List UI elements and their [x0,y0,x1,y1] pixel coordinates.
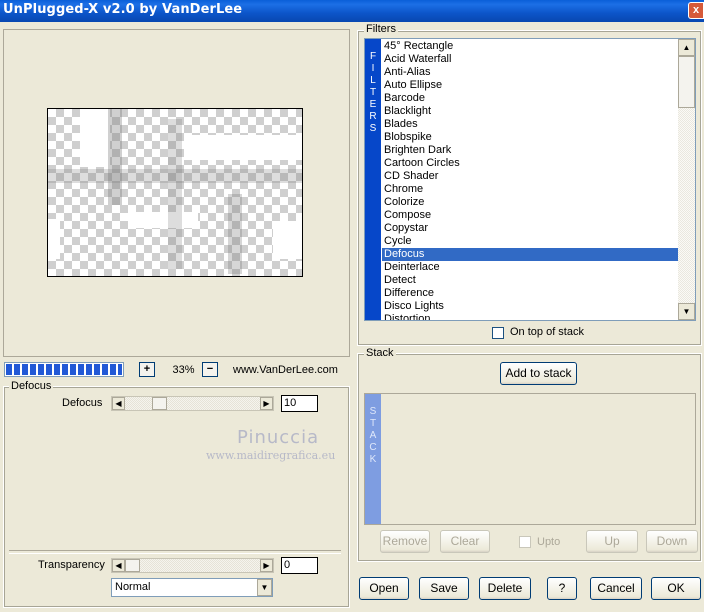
save-button[interactable]: Save [419,577,469,600]
filters-legend: Filters [364,23,398,35]
slider-right-arrow-icon[interactable]: ▶ [260,559,273,572]
stack-strip-letter: C [369,442,377,453]
scroll-up-icon[interactable]: ▲ [678,39,695,56]
filter-list-item[interactable]: Blacklight [382,105,679,118]
progress-fill [6,364,122,375]
cancel-button[interactable]: Cancel [590,577,642,600]
on-top-of-stack-label: On top of stack [510,326,584,338]
stack-strip-letter: T [369,418,377,429]
help-button[interactable]: ? [547,577,577,600]
up-button[interactable]: Up [586,530,638,553]
filter-list-item[interactable]: Chrome [382,183,679,196]
filters-strip-letter: L [370,75,376,86]
defocus-slider[interactable]: ◀ ▶ [111,396,274,411]
stack-strip-letter: S [369,406,377,417]
remove-button[interactable]: Remove [380,530,430,553]
transparency-slider[interactable]: ◀ ▶ [111,558,274,573]
stack-strip-letter: K [369,454,377,465]
preview-image[interactable] [47,108,303,277]
defocus-slider-thumb[interactable] [152,397,167,410]
transparency-slider-thumb[interactable] [125,559,140,572]
delete-button[interactable]: Delete [479,577,531,600]
on-top-of-stack-checkbox[interactable] [492,327,504,339]
filter-list-item[interactable]: Disco Lights [382,300,679,313]
filter-list-item[interactable]: Defocus [382,248,679,261]
preview-blob [108,109,122,205]
defocus-value-input[interactable]: 10 [281,395,318,412]
render-progress [4,362,124,377]
params-legend: Defocus [9,380,54,392]
down-button[interactable]: Down [646,530,698,553]
watermark-url: www.maidiregrafica.eu [206,449,336,462]
params-group [3,386,350,608]
filter-list-item[interactable]: Blobspike [382,131,679,144]
filter-list-item[interactable]: Blades [382,118,679,131]
filter-list-item[interactable]: Brighten Dark [382,144,679,157]
filters-strip-letter: R [369,111,377,122]
filter-list-item[interactable]: Compose [382,209,679,222]
transparency-label: Transparency [38,559,105,571]
defocus-label: Defocus [62,397,103,409]
filter-list-item[interactable]: Acid Waterfall [382,53,679,66]
zoom-level: 33% [172,364,195,376]
filter-list-item[interactable]: Deinterlace [382,261,679,274]
scroll-down-icon[interactable]: ▼ [678,303,695,320]
ok-button[interactable]: OK [651,577,701,600]
transparency-value-input[interactable]: 0 [281,557,318,574]
stack-strip: STACK [365,394,381,524]
preview-blob [168,119,182,269]
filters-strip-letter: S [369,123,377,134]
stack-strip-letter: A [369,430,377,441]
upto-checkbox[interactable] [519,536,531,548]
filter-list-item[interactable]: Anti-Alias [382,66,679,79]
window-title: UnPlugged-X v2.0 by VanDerLee [3,2,243,17]
add-to-stack-button[interactable]: Add to stack [500,362,577,385]
stack-legend: Stack [364,347,396,359]
slider-left-arrow-icon[interactable]: ◀ [112,397,125,410]
filters-strip-letter: T [369,87,377,98]
scroll-thumb[interactable] [678,56,695,108]
chevron-down-icon[interactable]: ▼ [257,579,272,596]
filter-list-item[interactable]: Detect [382,274,679,287]
filter-list-item[interactable]: Copystar [382,222,679,235]
slider-left-arrow-icon[interactable]: ◀ [112,559,125,572]
filters-strip: FILTERS [365,39,381,320]
divider [9,550,341,554]
filter-list-item[interactable]: Cartoon Circles [382,157,679,170]
zoom-in-button[interactable]: + [139,362,155,377]
preview-blob [48,219,60,259]
filters-scrollbar[interactable]: ▲ ▼ [678,39,695,320]
filters-list[interactable]: 45° Rectangle Acid Waterfall Anti-Alias Aut… [382,40,679,320]
slider-right-arrow-icon[interactable]: ▶ [260,397,273,410]
open-button[interactable]: Open [359,577,409,600]
close-button[interactable]: x [688,2,704,19]
preview-blob [184,135,302,160]
clear-button[interactable]: Clear [440,530,490,553]
preview-blob [128,212,198,228]
filters-strip-letter: E [369,99,377,110]
zoom-out-button[interactable]: − [202,362,218,377]
filter-list-item[interactable]: Distortion [382,313,679,320]
preview-blob [228,194,242,274]
filter-list-item[interactable]: Barcode [382,92,679,105]
preview-blob [80,109,110,167]
website-link[interactable]: www.VanDerLee.com [233,364,338,376]
blend-mode-value: Normal [115,581,151,593]
filters-listbox[interactable]: FILTERS 45° Rectangle Acid Waterfall Anti-… [364,38,696,321]
stack-listbox[interactable]: STACK [364,393,696,525]
filters-strip-letter: F [369,51,377,62]
filter-list-item[interactable]: CD Shader [382,170,679,183]
blend-mode-select[interactable]: Normal ▼ [111,578,273,597]
filter-list-item[interactable]: Difference [382,287,679,300]
filter-list-item[interactable]: Auto Ellipse [382,79,679,92]
watermark-title: Pinuccia [237,427,320,448]
upto-label: Upto [537,536,561,548]
filter-list-item[interactable]: 45° Rectangle [382,40,679,53]
filters-strip-letter: I [371,63,375,74]
filter-list-item[interactable]: Colorize [382,196,679,209]
preview-blob [273,221,302,259]
filter-list-item[interactable]: Cycle [382,235,679,248]
